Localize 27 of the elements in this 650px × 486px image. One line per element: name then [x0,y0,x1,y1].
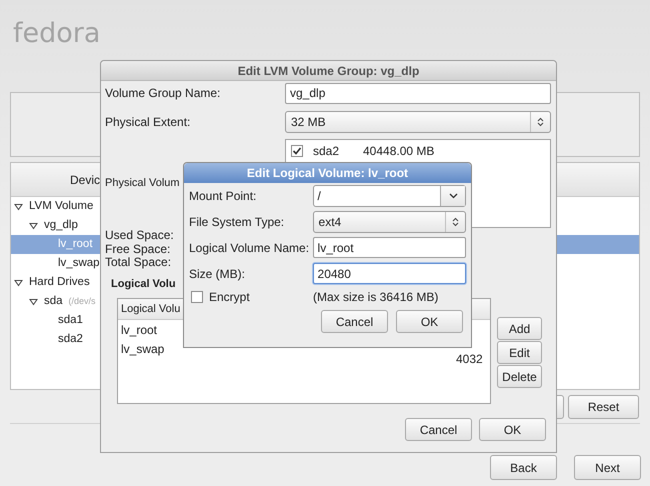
space-label: Free Space: [105,242,170,256]
field-label: Physical Extent: [105,114,192,131]
table-cell-text: lv_swap [121,340,164,358]
table-cell-text: 4032 [456,351,483,368]
field-label: File System Type: [189,214,286,230]
dialog-title: Edit LVM Volume Group: vg_dlp [101,61,556,81]
device-path: (/dev/s [68,294,96,308]
tree-label: Hard Drives [29,274,90,290]
logo: fedora [13,17,100,51]
section-heading: Logical Volu [111,276,176,292]
field-label: Size (MB): [189,266,246,282]
field-label: Logical Volume Name: [189,240,310,256]
volume-name: sda2 [313,143,340,160]
max-size-note: (Max size is 36416 MB) [313,289,438,306]
tree-label: LVM Volume [29,198,94,214]
tree-label: lv_root [58,236,93,252]
dialog-title: Edit Logical Volume: lv_root [184,163,471,183]
space-label: Used Space: [105,229,174,242]
table-cell-text: lv_root [121,322,158,338]
tree-label: vg_dlp [44,218,78,233]
volume-size: 40448.00 MB [363,143,434,160]
field-label: Mount Point: [189,188,258,204]
space-label: Total Space: [105,256,172,270]
field-label: Physical Volum [105,176,180,192]
field-label: Volume Group Name: [105,85,222,102]
checkbox-label: Encrypt [209,289,250,306]
tree-label: sda [44,294,63,309]
